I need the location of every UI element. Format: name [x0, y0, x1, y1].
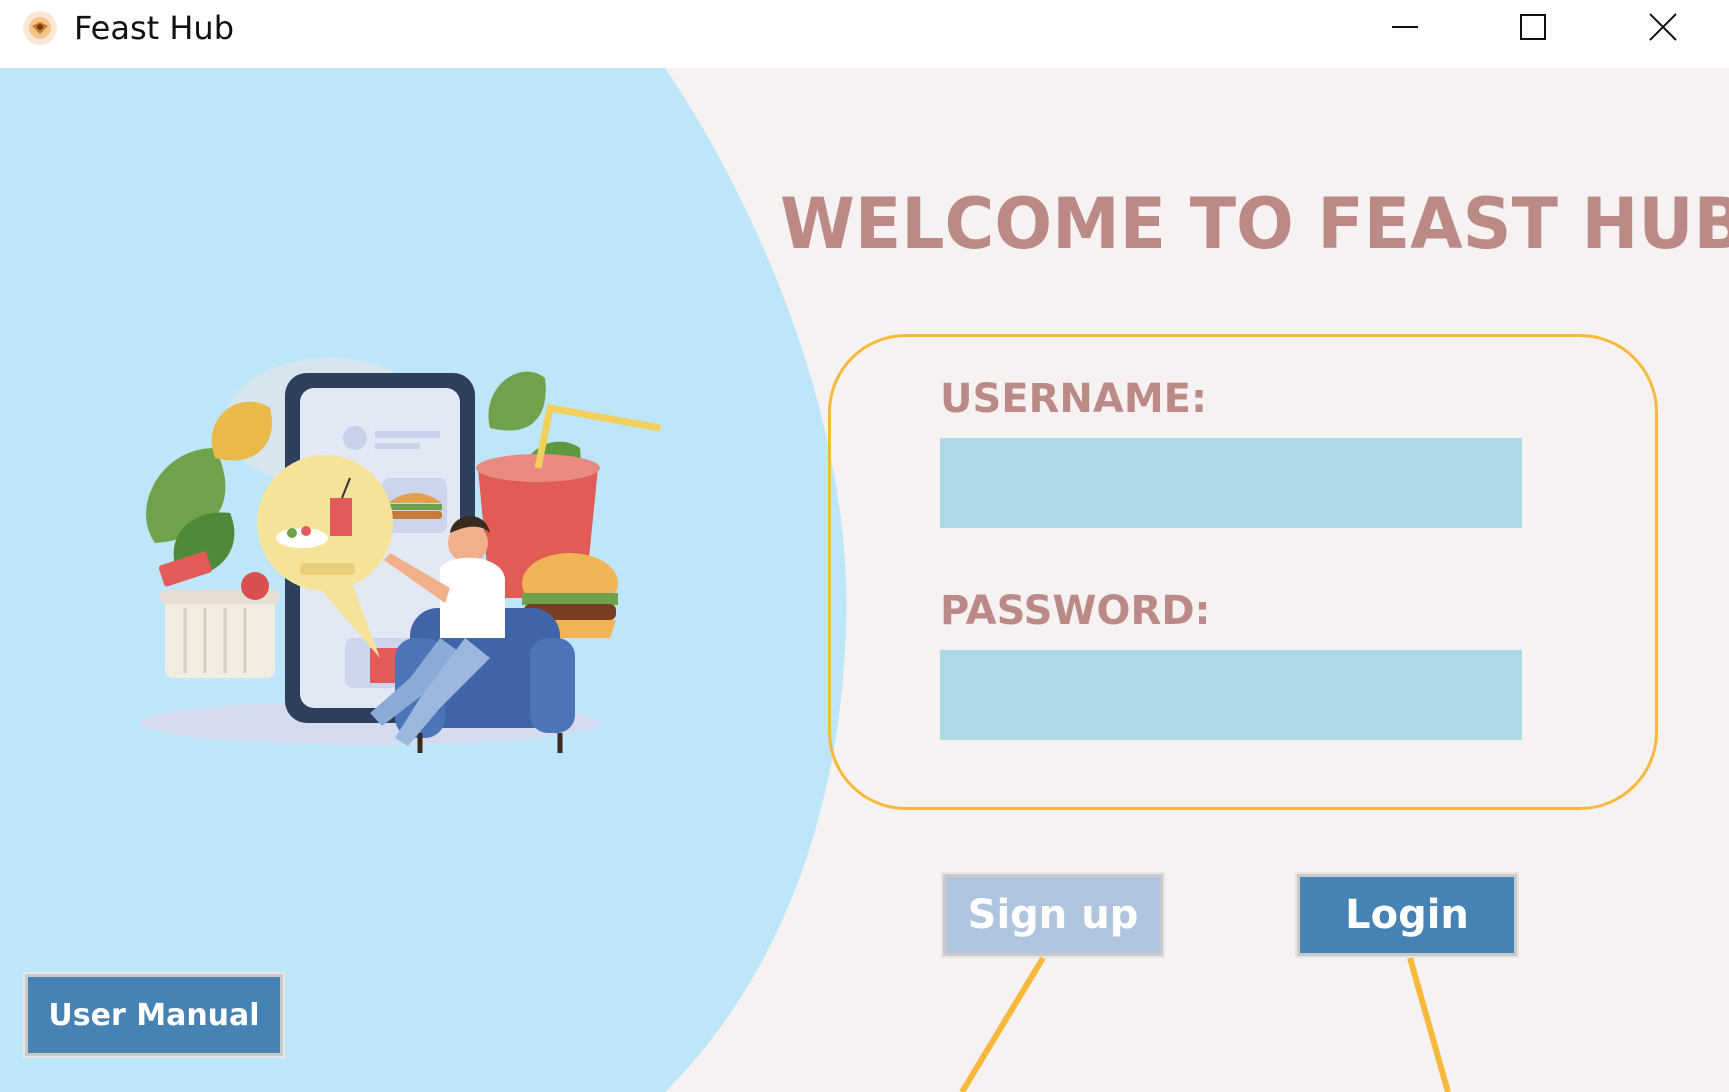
food-order-illustration	[140, 358, 661, 753]
title-bar: Feast Hub	[0, 0, 1729, 62]
user-manual-button[interactable]: User Manual	[23, 972, 285, 1058]
main-panel: WELCOME TO FEAST HUB USERNAME: PASSWORD:…	[0, 68, 1729, 1092]
window-title: Feast Hub	[74, 9, 234, 47]
welcome-heading: WELCOME TO FEAST HUB	[780, 183, 1729, 265]
close-icon	[1649, 13, 1677, 41]
minimize-icon	[1392, 26, 1418, 28]
signup-button[interactable]: Sign up	[941, 872, 1165, 958]
username-input[interactable]	[940, 438, 1522, 528]
maximize-icon	[1520, 14, 1546, 40]
username-label: USERNAME:	[940, 376, 1207, 422]
minimize-button[interactable]	[1340, 0, 1470, 54]
feast-hub-logo-icon	[23, 11, 57, 45]
close-button[interactable]	[1598, 0, 1728, 54]
maximize-button[interactable]	[1468, 0, 1598, 54]
login-button[interactable]: Login	[1295, 872, 1519, 958]
password-label: PASSWORD:	[940, 588, 1211, 634]
password-input[interactable]	[940, 650, 1522, 740]
